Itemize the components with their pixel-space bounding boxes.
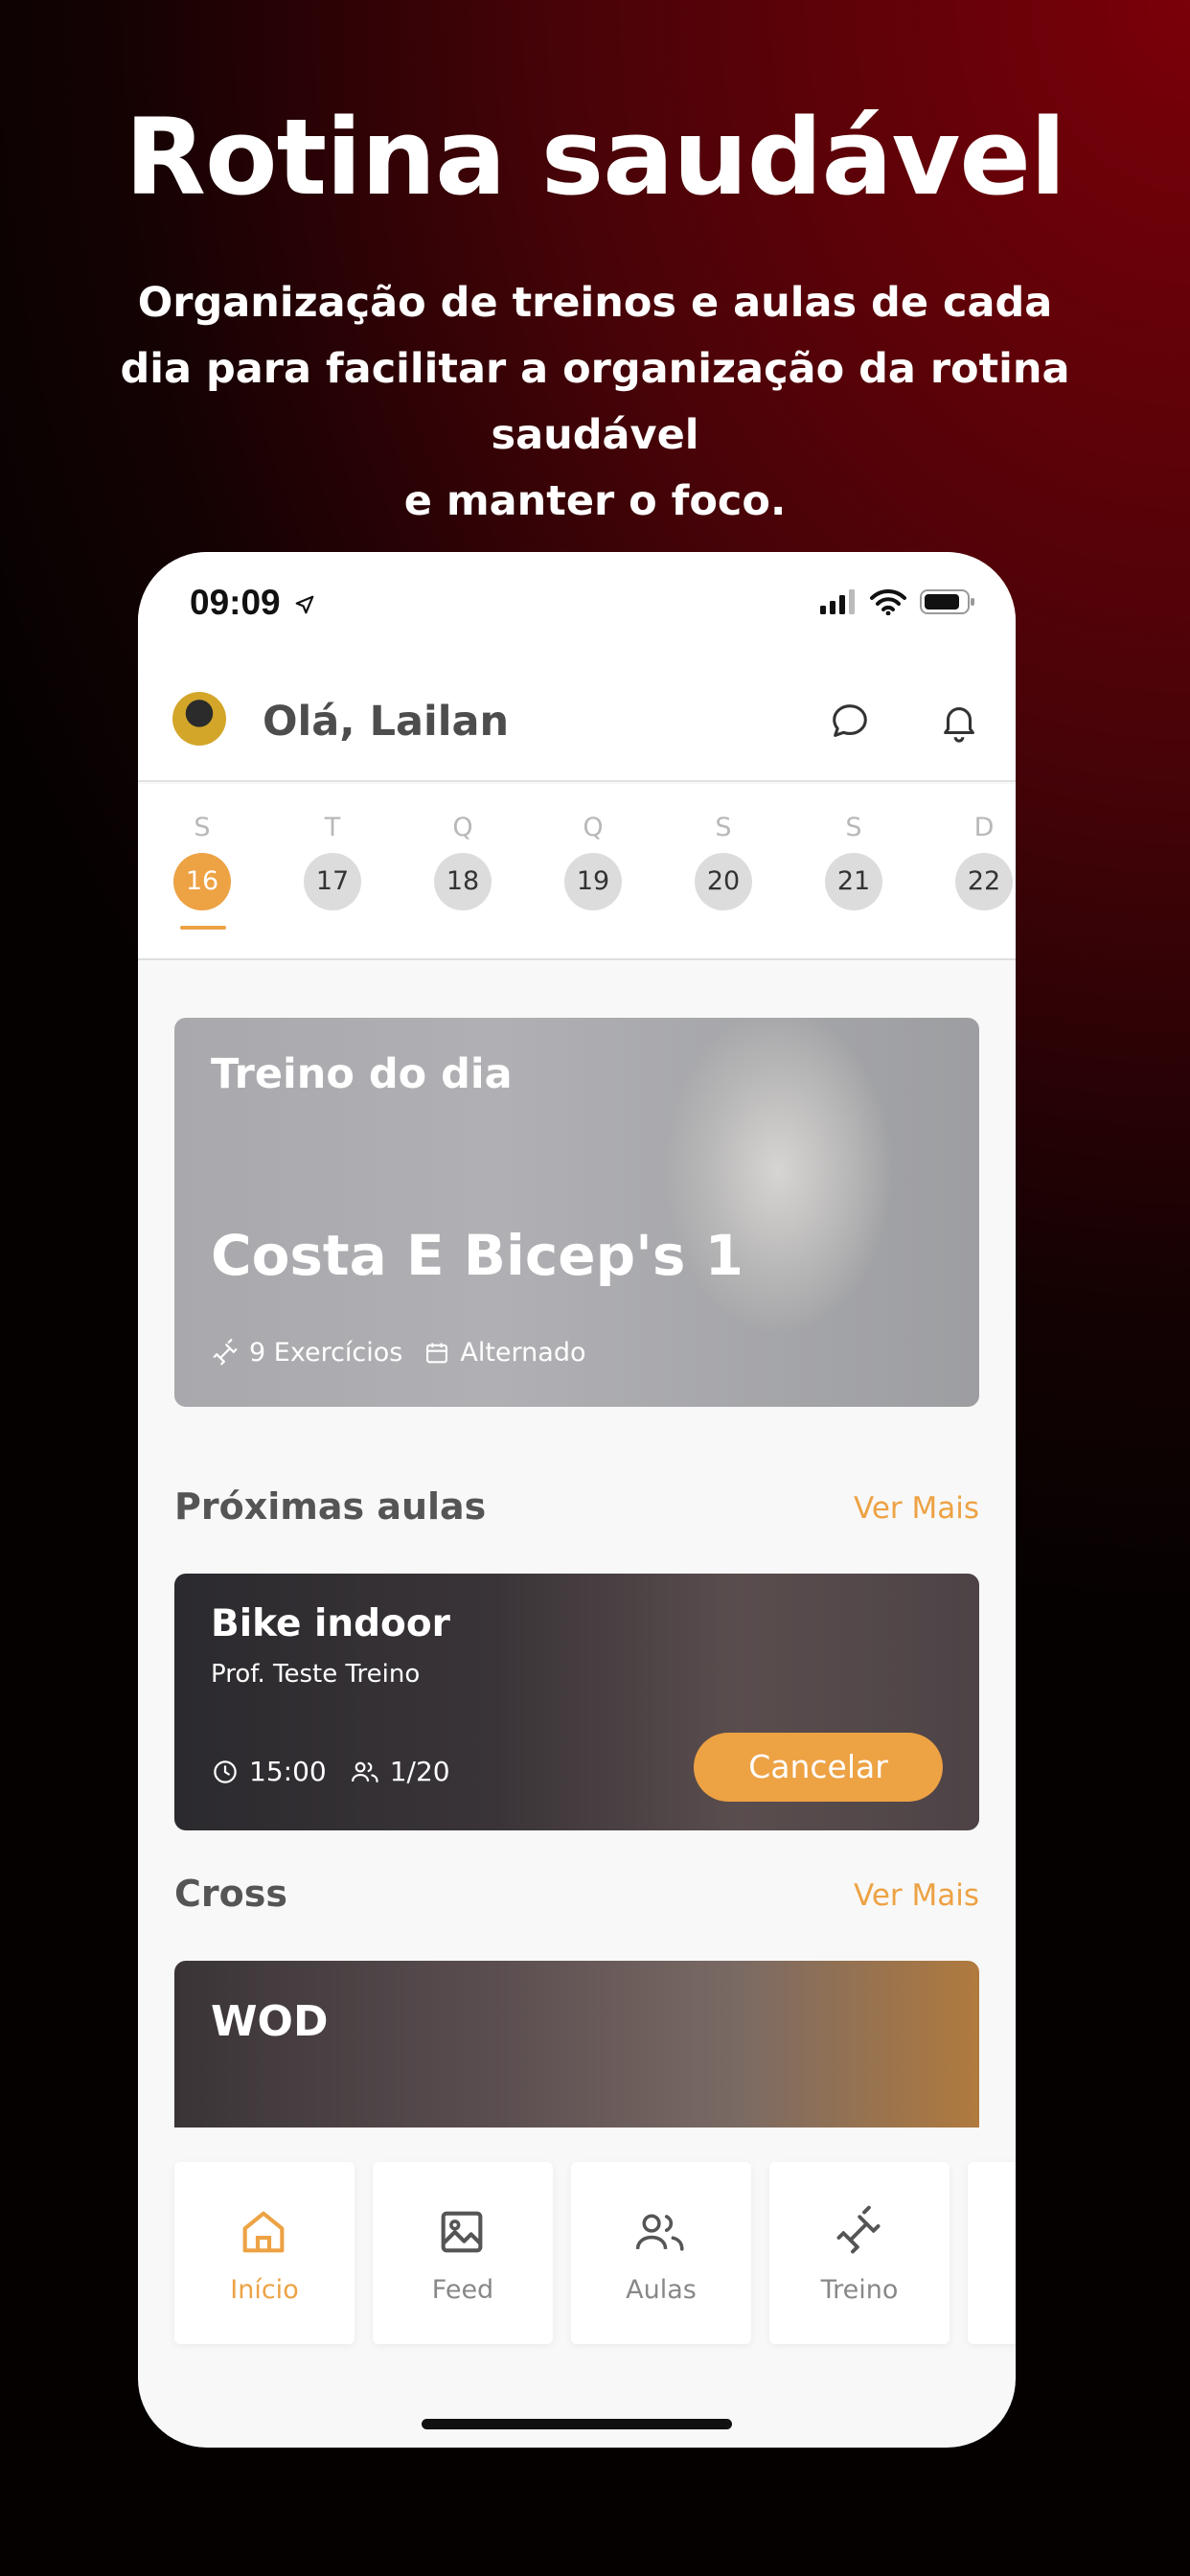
selected-day-indicator (180, 926, 226, 930)
users-icon (351, 1761, 378, 1782)
promo-subtitle-line: Organização de treinos e aulas de cada (137, 279, 1053, 327)
cancel-button[interactable]: Cancelar (694, 1733, 943, 1802)
bell-icon[interactable] (937, 700, 981, 744)
day-letter: D (973, 813, 995, 842)
day-number: 18 (434, 853, 492, 910)
day-item[interactable]: S 20 (695, 813, 752, 910)
promo-subtitle: Organização de treinos e aulas de cada d… (29, 270, 1161, 535)
schedule-type: Alternado (460, 1338, 586, 1368)
signal-icon (820, 589, 855, 614)
workout-photo (577, 1018, 979, 1407)
day-letter: T (324, 813, 341, 842)
ver-mais-aulas-link[interactable]: Ver Mais (854, 1491, 979, 1526)
location-arrow-icon (295, 595, 314, 614)
promo-subtitle-line: e manter o foco. (403, 477, 787, 525)
status-icons (820, 588, 975, 615)
day-letter: Q (583, 813, 604, 842)
day-number: 17 (304, 853, 361, 910)
aula-card[interactable]: Bike indoor Prof. Teste Treino 15:00 1/2… (174, 1574, 979, 1830)
treino-meta: 9 Exercícios Alternado (211, 1338, 586, 1368)
greeting: Olá, Lailan (263, 698, 510, 746)
section-title-proximas-aulas: Próximas aulas (174, 1485, 487, 1528)
day-number: 20 (695, 853, 752, 910)
promo-title: Rotina saudável (125, 96, 1065, 218)
wod-title: WOD (211, 1997, 329, 2046)
battery-icon (920, 589, 974, 614)
week-day-selector: S 16 T 17 Q 18 Q 19 S 20 S 21 D 22 (138, 784, 1016, 960)
avatar[interactable] (172, 692, 226, 746)
home-indicator (422, 2419, 732, 2429)
tab-inicio[interactable]: Início (174, 2162, 355, 2344)
phone-screen: 09:09 Olá, Lailan S 16 T 17 Q 18 Q 19 S … (138, 552, 1016, 2448)
day-item[interactable]: S 21 (825, 813, 882, 910)
clock-icon (214, 1760, 237, 1783)
ver-mais-cross-link[interactable]: Ver Mais (854, 1878, 979, 1913)
day-letter: Q (452, 813, 473, 842)
users-icon (635, 2214, 684, 2251)
status-bar: 09:09 (138, 552, 1016, 667)
day-letter: S (715, 813, 732, 842)
chat-bubble-icon[interactable] (828, 700, 872, 744)
day-letter: S (845, 813, 862, 842)
day-item[interactable]: D 22 (955, 813, 1013, 910)
home-icon (242, 2211, 285, 2253)
dumbbell-icon (836, 2205, 881, 2254)
aula-professor: Prof. Teste Treino (211, 1660, 421, 1689)
aula-spots: 1/20 (389, 1756, 450, 1787)
tab-label: Início (230, 2275, 299, 2305)
day-number: 21 (825, 853, 882, 910)
tab-treino[interactable]: Treino (769, 2162, 950, 2344)
aula-time: 15:00 (249, 1756, 327, 1787)
aula-meta: 15:00 1/20 (211, 1756, 450, 1787)
status-time: 09:09 (190, 583, 315, 623)
app-header: Olá, Lailan (138, 667, 1016, 782)
clock-text: 09:09 (190, 583, 281, 622)
day-letter: S (194, 813, 211, 842)
day-number: 22 (955, 853, 1013, 910)
day-number: 19 (564, 853, 622, 910)
day-item[interactable]: S 16 (173, 813, 231, 910)
section-title-cross: Cross (174, 1873, 287, 1915)
day-item[interactable]: T 17 (304, 813, 361, 910)
tab-aulas[interactable]: Aulas (571, 2162, 751, 2344)
tab-feed[interactable]: Feed (373, 2162, 553, 2344)
tab-label: Treino (820, 2275, 899, 2305)
day-item[interactable]: Q 19 (564, 813, 622, 910)
day-number: 16 (173, 853, 231, 910)
exercise-count: 9 Exercícios (249, 1338, 403, 1368)
day-item[interactable]: Q 18 (434, 813, 492, 910)
tab-label: Aulas (626, 2275, 697, 2305)
dumbbell-icon (213, 1338, 238, 1365)
wod-card[interactable]: WOD (174, 1961, 979, 2128)
wifi-icon (870, 588, 906, 615)
treino-do-dia-card[interactable]: Treino do dia Costa E Bicep's 1 9 Exercí… (174, 1018, 979, 1407)
treino-eyebrow: Treino do dia (211, 1050, 513, 1098)
image-icon (441, 2211, 483, 2253)
aula-title: Bike indoor (211, 1602, 450, 1645)
treino-name: Costa E Bicep's 1 (211, 1223, 744, 1288)
tab-label: Feed (431, 2275, 494, 2305)
promo-subtitle-line: dia para facilitar a organização da roti… (120, 345, 1070, 459)
calendar-icon (426, 1343, 448, 1363)
tab-more[interactable] (968, 2162, 1016, 2344)
